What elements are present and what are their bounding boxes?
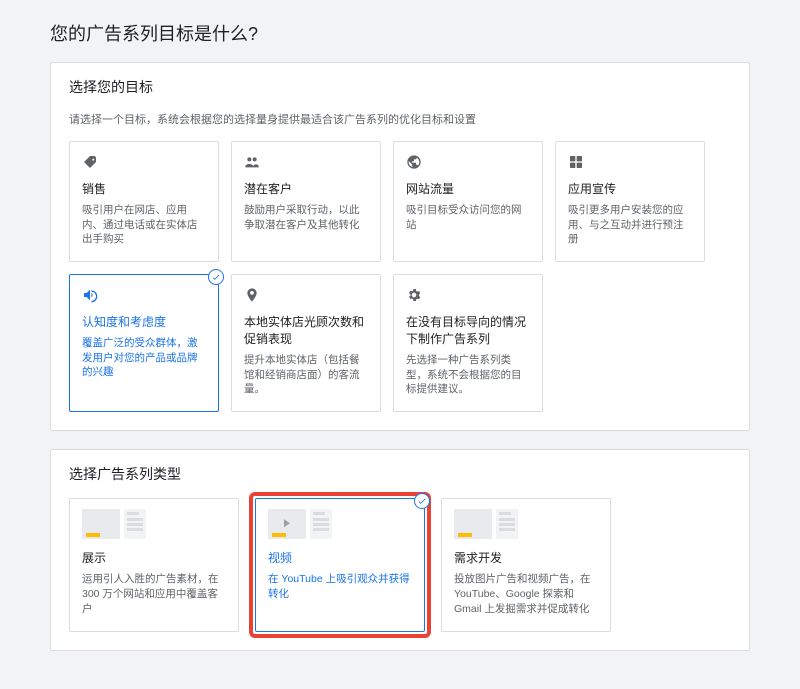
type-card-desc: 投放图片广告和视频广告，在 YouTube、Google 探索和 Gmail 上… [454, 572, 598, 616]
goal-grid: 销售吸引用户在网店、应用内、通过电话或在实体店出手购买潜在客户鼓励用户采取行动，… [69, 141, 731, 412]
goal-card-5[interactable]: 本地实体店光顾次数和促销表现提升本地实体店（包括餐馆和经销商店面）的客流量。 [231, 274, 381, 412]
pin-icon [244, 287, 368, 305]
display-thumb-icon [82, 509, 226, 539]
type-card-desc: 运用引人入胜的广告素材，在 300 万个网站和应用中覆盖客户 [82, 572, 226, 616]
type-card-wrap-0: 展示运用引人入胜的广告素材，在 300 万个网站和应用中覆盖客户 [69, 498, 239, 632]
goal-card-desc: 先选择一种广告系列类型，系统不会根据您的目标提供建议。 [406, 353, 530, 397]
goal-card-6[interactable]: 在没有目标导向的情况下制作广告系列先选择一种广告系列类型，系统不会根据您的目标提… [393, 274, 543, 412]
goal-card-desc: 吸引目标受众访问您的网站 [406, 203, 530, 232]
goal-card-title: 潜在客户 [244, 180, 368, 197]
type-card-0[interactable]: 展示运用引人入胜的广告素材，在 300 万个网站和应用中覆盖客户 [69, 498, 239, 632]
goal-card-title: 本地实体店光顾次数和促销表现 [244, 313, 368, 347]
type-panel-title: 选择广告系列类型 [69, 464, 731, 484]
selected-check-icon [414, 493, 430, 509]
type-card-title: 需求开发 [454, 549, 598, 566]
app-icon [568, 154, 692, 172]
type-card-title: 展示 [82, 549, 226, 566]
type-card-1[interactable]: 视频在 YouTube 上吸引观众并获得转化 [255, 498, 425, 632]
goal-card-desc: 吸引用户在网店、应用内、通过电话或在实体店出手购买 [82, 203, 206, 247]
gear-icon [406, 287, 530, 305]
goal-card-3[interactable]: 应用宣传吸引更多用户安装您的应用、与之互动并进行预注册 [555, 141, 705, 262]
page-title: 您的广告系列目标是什么? [50, 20, 750, 46]
users-icon [244, 154, 368, 172]
video-thumb-icon [268, 509, 412, 539]
type-card-title: 视频 [268, 549, 412, 566]
goal-card-title: 销售 [82, 180, 206, 197]
type-card-wrap-2: 需求开发投放图片广告和视频广告，在 YouTube、Google 探索和 Gma… [441, 498, 611, 632]
display-thumb-icon [454, 509, 598, 539]
goal-card-4[interactable]: 认知度和考虑度覆盖广泛的受众群体，激发用户对您的产品或品牌的兴趣 [69, 274, 219, 412]
type-card-desc: 在 YouTube 上吸引观众并获得转化 [268, 572, 412, 601]
goal-panel-title: 选择您的目标 [69, 77, 731, 97]
goal-card-desc: 提升本地实体店（包括餐馆和经销商店面）的客流量。 [244, 353, 368, 397]
type-card-2[interactable]: 需求开发投放图片广告和视频广告，在 YouTube、Google 探索和 Gma… [441, 498, 611, 632]
type-grid: 展示运用引人入胜的广告素材，在 300 万个网站和应用中覆盖客户视频在 YouT… [69, 498, 731, 632]
type-card-wrap-1: 视频在 YouTube 上吸引观众并获得转化 [255, 498, 425, 632]
goal-card-0[interactable]: 销售吸引用户在网店、应用内、通过电话或在实体店出手购买 [69, 141, 219, 262]
selected-check-icon [208, 269, 224, 285]
goal-card-desc: 覆盖广泛的受众群体，激发用户对您的产品或品牌的兴趣 [82, 336, 206, 380]
speaker-icon [82, 287, 206, 305]
tag-icon [82, 154, 206, 172]
goal-panel: 选择您的目标 请选择一个目标，系统会根据您的选择量身提供最适合该广告系列的优化目… [50, 62, 750, 431]
goal-card-title: 网站流量 [406, 180, 530, 197]
goal-card-desc: 吸引更多用户安装您的应用、与之互动并进行预注册 [568, 203, 692, 247]
goal-card-1[interactable]: 潜在客户鼓励用户采取行动，以此争取潜在客户及其他转化 [231, 141, 381, 262]
goal-card-title: 在没有目标导向的情况下制作广告系列 [406, 313, 530, 347]
goal-card-desc: 鼓励用户采取行动，以此争取潜在客户及其他转化 [244, 203, 368, 232]
goal-panel-desc: 请选择一个目标，系统会根据您的选择量身提供最适合该广告系列的优化目标和设置 [69, 111, 731, 127]
goal-card-2[interactable]: 网站流量吸引目标受众访问您的网站 [393, 141, 543, 262]
globe-icon [406, 154, 530, 172]
type-panel: 选择广告系列类型 展示运用引人入胜的广告素材，在 300 万个网站和应用中覆盖客… [50, 449, 750, 651]
goal-card-title: 认知度和考虑度 [82, 313, 206, 330]
goal-card-title: 应用宣传 [568, 180, 692, 197]
